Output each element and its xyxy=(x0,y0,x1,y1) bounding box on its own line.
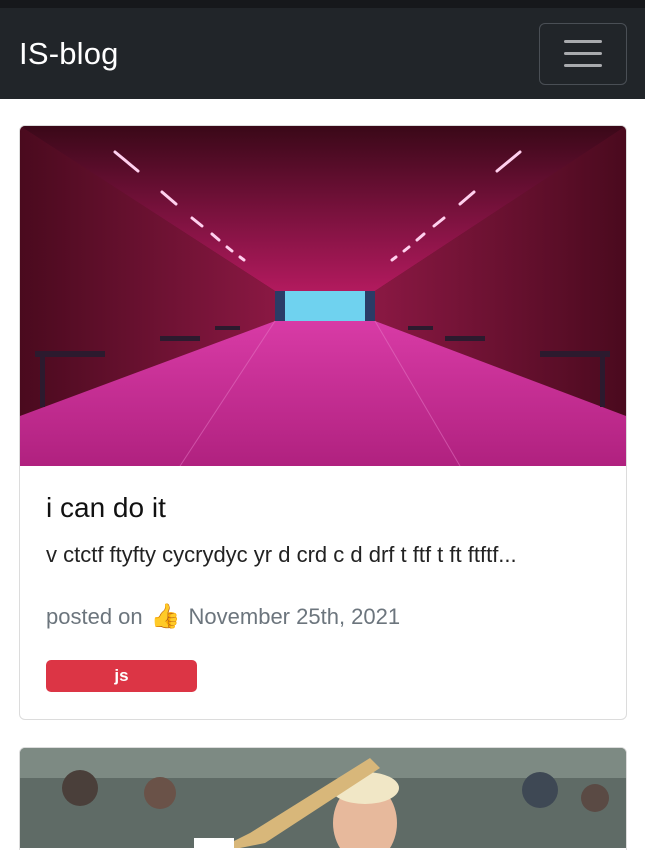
post-date: November 25th, 2021 xyxy=(188,604,401,629)
post-title[interactable]: i can do it xyxy=(46,492,600,524)
tag-badge[interactable]: js xyxy=(46,660,197,692)
hamburger-icon-bar xyxy=(564,52,602,55)
brand-link[interactable]: IS-blog xyxy=(19,36,119,72)
hamburger-icon-bar xyxy=(564,64,602,67)
status-bar xyxy=(0,0,645,8)
post-card[interactable]: i can do it v ctctf ftyfty cycrydyc yr d… xyxy=(19,125,627,720)
thumbs-up-icon: 👍 xyxy=(150,603,181,630)
post-list: i can do it v ctctf ftyfty cycrydyc yr d… xyxy=(0,99,645,850)
post-card-body: i can do it v ctctf ftyfty cycrydyc yr d… xyxy=(20,466,626,719)
menu-toggle-button[interactable] xyxy=(539,22,627,85)
navbar: IS-blog xyxy=(0,8,645,99)
posted-on-label: posted on xyxy=(46,604,143,629)
post-image[interactable] xyxy=(20,748,626,848)
post-meta: posted on 👍 November 25th, 2021 xyxy=(46,604,600,630)
post-image[interactable] xyxy=(20,126,626,466)
hamburger-icon-bar xyxy=(564,40,602,43)
post-excerpt: v ctctf ftyfty cycrydyc yr d crd c d drf… xyxy=(46,542,517,567)
post-card[interactable] xyxy=(19,747,627,850)
